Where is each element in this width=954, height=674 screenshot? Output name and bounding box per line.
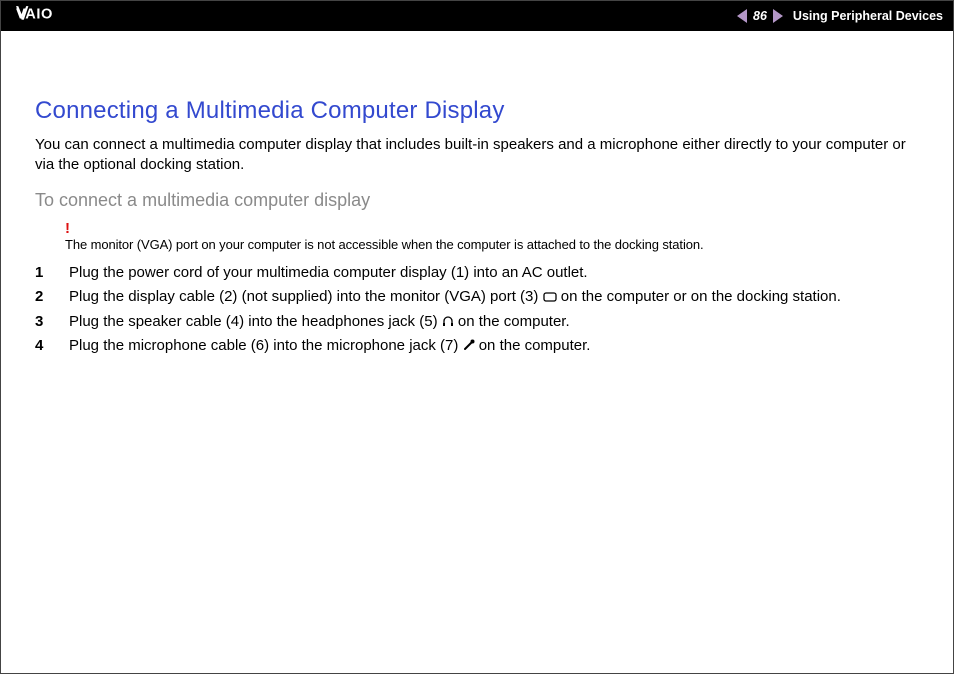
page-title: Connecting a Multimedia Computer Display — [35, 97, 919, 125]
warning-icon: ! — [65, 221, 919, 236]
step-text: on the computer. — [475, 337, 591, 354]
step-text: Plug the microphone cable (6) into the m… — [69, 337, 463, 354]
svg-text:VAIO: VAIO — [16, 6, 53, 22]
step-text: on the computer. — [454, 313, 570, 330]
step-text: Plug the power cord of your multimedia c… — [69, 264, 588, 281]
page-number: 86 — [753, 9, 767, 23]
vaio-logo: VAIO — [11, 5, 111, 28]
step-item: Plug the microphone cable (6) into the m… — [35, 335, 919, 358]
header-bar: VAIO 86 Using Peripheral Devices — [1, 1, 953, 31]
headphones-icon — [442, 315, 454, 327]
vga-port-icon — [543, 292, 557, 302]
intro-paragraph: You can connect a multimedia computer di… — [35, 135, 919, 176]
step-item: Plug the speaker cable (4) into the head… — [35, 311, 919, 334]
subheading: To connect a multimedia computer display — [35, 190, 919, 211]
step-text: Plug the display cable (2) (not supplied… — [69, 288, 543, 305]
page-content: Connecting a Multimedia Computer Display… — [1, 31, 953, 358]
step-text: Plug the speaker cable (4) into the head… — [69, 313, 442, 330]
step-item: Plug the display cable (2) (not supplied… — [35, 286, 919, 309]
section-title: Using Peripheral Devices — [793, 9, 943, 23]
document-page: VAIO 86 Using Peripheral Devices Connect… — [0, 0, 954, 674]
header-nav: 86 Using Peripheral Devices — [737, 9, 943, 23]
step-item: Plug the power cord of your multimedia c… — [35, 262, 919, 285]
next-page-arrow-icon[interactable] — [773, 9, 783, 23]
step-text: on the computer or on the docking statio… — [557, 288, 841, 305]
prev-page-arrow-icon[interactable] — [737, 9, 747, 23]
steps-list: Plug the power cord of your multimedia c… — [35, 262, 919, 358]
microphone-icon — [463, 339, 475, 351]
warning-note: ! The monitor (VGA) port on your compute… — [65, 221, 919, 254]
warning-text: The monitor (VGA) port on your computer … — [65, 237, 704, 252]
